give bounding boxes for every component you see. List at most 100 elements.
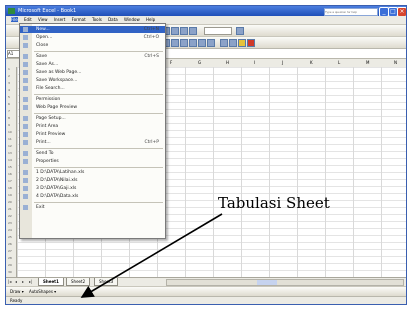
percent-icon[interactable] <box>229 39 237 47</box>
row-header[interactable]: 15 <box>8 165 12 169</box>
row-header[interactable]: 3 <box>8 81 10 85</box>
column-header[interactable]: M <box>366 60 369 65</box>
help-icon[interactable] <box>236 27 244 35</box>
first-sheet-button[interactable]: |◂ <box>8 279 13 284</box>
align-right-icon[interactable] <box>207 39 215 47</box>
file-menu-item[interactable]: Save Ctrl+S <box>20 53 165 60</box>
file-menu-item[interactable]: Permission <box>20 96 165 103</box>
row-header[interactable]: 26 <box>8 242 12 246</box>
row-header[interactable]: 23 <box>8 221 12 225</box>
menu-view[interactable]: View <box>38 17 48 22</box>
align-center-icon[interactable] <box>198 39 206 47</box>
row-header[interactable]: 21 <box>8 207 12 211</box>
file-menu-item[interactable]: Web Page Preview <box>20 104 165 111</box>
menu-tools[interactable]: Tools <box>92 17 102 22</box>
file-menu-item[interactable]: 4 D:\DATA\Data.xls <box>20 193 165 200</box>
file-menu-item[interactable]: Print Area <box>20 123 165 130</box>
row-header[interactable]: 6 <box>8 102 10 106</box>
column-header[interactable]: I <box>254 60 255 65</box>
row-header[interactable]: 1 <box>8 67 10 71</box>
row-header[interactable]: 2 <box>8 74 10 78</box>
row-header[interactable]: 29 <box>8 263 12 267</box>
column-header[interactable]: L <box>338 60 340 65</box>
status-text: Ready <box>10 298 23 303</box>
menu-help[interactable]: Help <box>146 17 155 22</box>
row-header[interactable]: 22 <box>8 214 12 218</box>
row-header[interactable]: 9 <box>8 123 10 127</box>
menu-format[interactable]: Format <box>72 17 86 22</box>
drawing-icon[interactable] <box>180 27 188 35</box>
file-menu-item[interactable]: 1 D:\DATA\Latihan.xls <box>20 169 165 176</box>
file-menu-item[interactable]: Close <box>20 42 165 49</box>
file-menu-item[interactable]: Save Workspace... <box>20 77 165 84</box>
file-menu-item[interactable]: 3 D:\DATA\Gaji.xls <box>20 185 165 192</box>
row-header[interactable]: 20 <box>8 200 12 204</box>
row-header[interactable]: 7 <box>8 109 10 113</box>
file-menu-item[interactable]: Page Setup... <box>20 115 165 122</box>
row-header[interactable]: 8 <box>8 116 10 120</box>
italic-icon[interactable] <box>171 39 179 47</box>
row-header[interactable]: 12 <box>8 144 12 148</box>
row-header[interactable]: 28 <box>8 256 12 260</box>
next-sheet-button[interactable]: ▸ <box>22 279 27 284</box>
row-header[interactable]: 10 <box>8 130 12 134</box>
sheet-tab-sheet2[interactable]: Sheet2 <box>66 278 91 286</box>
row-header[interactable]: 17 <box>8 179 12 183</box>
column-header[interactable]: H <box>226 60 229 65</box>
row-header[interactable]: 11 <box>8 137 12 141</box>
menu-window[interactable]: Window <box>124 17 140 22</box>
underline-icon[interactable] <box>180 39 188 47</box>
align-left-icon[interactable] <box>189 39 197 47</box>
chart-icon[interactable] <box>171 27 179 35</box>
horizontal-scrollbar[interactable] <box>166 279 404 286</box>
file-menu-item[interactable]: 2 D:\DATA\Nilai.xls <box>20 177 165 184</box>
row-header[interactable]: 25 <box>8 235 12 239</box>
help-search-input[interactable] <box>324 8 378 16</box>
row-header[interactable]: 19 <box>8 193 12 197</box>
menu-item-label: Print Area <box>36 124 59 129</box>
file-menu-item[interactable]: Properties <box>20 158 165 165</box>
menu-data[interactable]: Data <box>108 17 118 22</box>
menu-item-label: Web Page Preview <box>36 105 78 110</box>
row-header[interactable]: 16 <box>8 172 12 176</box>
row-header[interactable]: 18 <box>8 186 12 190</box>
row-header[interactable]: 4 <box>8 88 10 92</box>
row-header[interactable]: 14 <box>8 158 12 162</box>
file-menu-item[interactable]: Open... Ctrl+O <box>20 34 165 41</box>
row-header[interactable]: 5 <box>8 95 10 99</box>
file-menu-item[interactable]: New... Ctrl+N <box>20 26 165 33</box>
menu-separator <box>34 51 163 52</box>
row-header[interactable]: 13 <box>8 151 12 155</box>
file-menu-item[interactable]: File Search... <box>20 85 165 92</box>
sheet-tab-sheet1[interactable]: Sheet1 <box>38 278 64 286</box>
autoshapes-button[interactable]: AutoShapes ▾ <box>29 289 56 294</box>
zoom-icon[interactable] <box>189 27 197 35</box>
file-menu-item[interactable]: Send To <box>20 150 165 157</box>
file-menu-item[interactable]: Print... Ctrl+P <box>20 139 165 146</box>
column-header[interactable]: J <box>282 60 283 65</box>
last-sheet-button[interactable]: ▸| <box>29 279 34 284</box>
currency-icon[interactable] <box>220 39 228 47</box>
column-header[interactable]: N <box>394 60 397 65</box>
file-menu-item[interactable]: Save As... <box>20 61 165 68</box>
column-header[interactable]: G <box>198 60 201 65</box>
column-header[interactable]: F <box>170 60 172 65</box>
file-menu-item[interactable]: Print Preview <box>20 131 165 138</box>
menu-item-icon <box>23 194 28 199</box>
draw-menu-button[interactable]: Draw ▾ <box>10 289 24 294</box>
file-menu-item[interactable]: Save as Web Page... <box>20 69 165 76</box>
sheet-tab-sheet3[interactable]: Sheet3 <box>94 278 119 286</box>
menu-insert[interactable]: Insert <box>54 17 65 22</box>
menu-edit[interactable]: Edit <box>24 17 32 22</box>
zoom-select[interactable] <box>204 27 232 35</box>
menu-file[interactable]: File <box>11 17 18 22</box>
fill-color-icon[interactable] <box>238 39 246 47</box>
file-menu-item[interactable]: Exit <box>20 204 165 211</box>
column-header[interactable]: K <box>310 60 313 65</box>
row-header[interactable]: 27 <box>8 249 12 253</box>
row-header[interactable]: 30 <box>8 270 12 274</box>
scrollbar-thumb[interactable] <box>257 280 277 285</box>
row-header[interactable]: 24 <box>8 228 12 232</box>
prev-sheet-button[interactable]: ◂ <box>15 279 20 284</box>
font-color-icon[interactable] <box>247 39 255 47</box>
